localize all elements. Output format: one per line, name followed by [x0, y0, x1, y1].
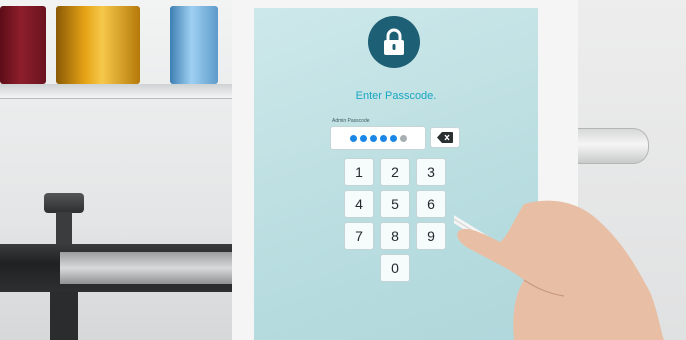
keypad-key-1[interactable]: 1 [344, 158, 374, 186]
passcode-dot-filled [349, 134, 357, 142]
blue-thread-spool [170, 6, 218, 84]
keypad-key-0[interactable]: 0 [380, 254, 410, 282]
passcode-dot-empty [399, 134, 407, 142]
machine-knob [44, 193, 84, 213]
gold-thread-spool [56, 6, 140, 84]
backspace-button[interactable] [430, 127, 460, 148]
red-thread-spool [0, 6, 46, 84]
passcode-dot-filled [389, 134, 397, 142]
passcode-dot-filled [369, 134, 377, 142]
machine-base-post [50, 292, 78, 340]
passcode-input[interactable] [330, 126, 426, 150]
machine-side-handle [578, 128, 649, 164]
hoop-frame-bar [0, 244, 232, 292]
passcode-field-label: Admin Passcode [332, 118, 370, 124]
keypad-key-4[interactable]: 4 [344, 190, 374, 218]
embroidery-machine-background [0, 0, 232, 340]
passcode-dot-filled [379, 134, 387, 142]
machine-post [56, 212, 72, 248]
keypad-key-6[interactable]: 6 [416, 190, 446, 218]
hand-with-stylus [454, 200, 664, 340]
passcode-dot-filled [359, 134, 367, 142]
keypad-key-7[interactable]: 7 [344, 222, 374, 250]
keypad-key-5[interactable]: 5 [380, 190, 410, 218]
page-title: Enter Passcode. [355, 90, 437, 102]
keypad-key-3[interactable]: 3 [416, 158, 446, 186]
backspace-icon [437, 132, 453, 143]
keypad-key-9[interactable]: 9 [416, 222, 446, 250]
spool-shelf [0, 84, 232, 99]
lock-icon [368, 16, 420, 68]
keypad-key-8[interactable]: 8 [380, 222, 410, 250]
keypad-key-2[interactable]: 2 [380, 158, 410, 186]
